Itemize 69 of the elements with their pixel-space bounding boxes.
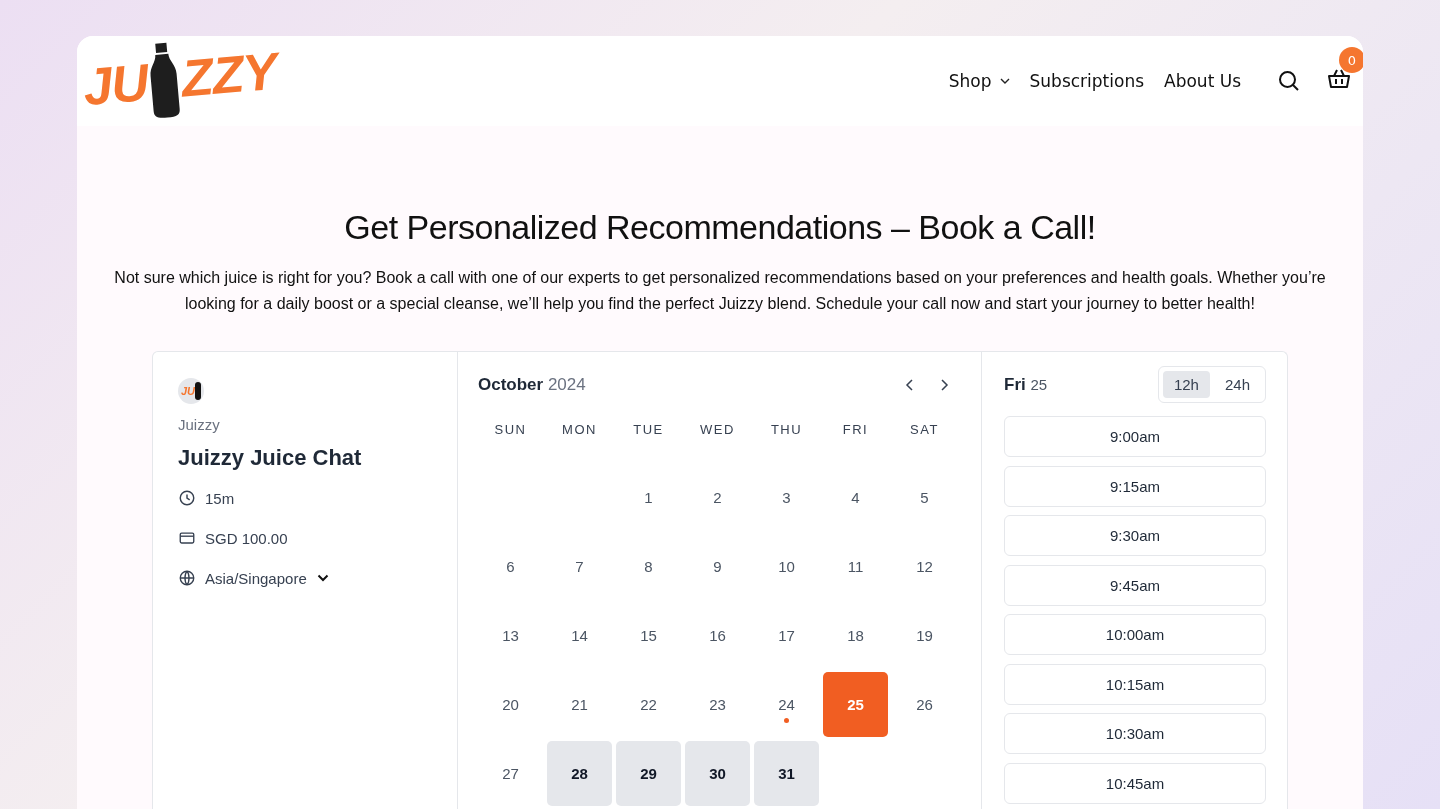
calendar-day[interactable]: 13 <box>478 603 543 668</box>
calendar-day[interactable]: 19 <box>892 603 957 668</box>
basket-icon[interactable] <box>1327 67 1351 91</box>
time-slot-button[interactable]: 9:45am <box>1004 564 1266 606</box>
time-slot-button[interactable]: 10:00am <box>1004 614 1266 655</box>
calendar-day[interactable]: 23 <box>685 672 750 737</box>
calendar-day[interactable]: 28 <box>547 741 612 806</box>
time-format-option[interactable]: 12h <box>1162 371 1210 398</box>
nav-link[interactable]: About Us <box>1164 71 1241 91</box>
calendar-day[interactable]: 17 <box>754 603 819 668</box>
calendar-day[interactable]: 12 <box>892 534 957 599</box>
timezone-select[interactable]: Asia/Singapore <box>205 569 329 587</box>
globe-icon <box>178 569 196 587</box>
weekday-label: SUN <box>493 422 528 439</box>
calendar-day[interactable]: 29 <box>616 741 681 806</box>
calendar-day[interactable]: 27 <box>478 741 543 806</box>
selected-date: Fri 25 <box>1004 374 1048 395</box>
calendar-day[interactable]: 3 <box>754 465 819 530</box>
calendar-day[interactable]: 7 <box>547 534 612 599</box>
previous-month-icon[interactable] <box>905 378 915 392</box>
search-icon[interactable] <box>1277 69 1301 93</box>
time-format-option[interactable]: 24h <box>1213 371 1261 398</box>
next-month-icon[interactable] <box>939 378 949 392</box>
card-icon <box>178 529 196 547</box>
time-slot-button[interactable]: 10:45am <box>1004 762 1266 804</box>
calendar-day[interactable]: 9 <box>685 534 750 599</box>
intro-paragraph: Not sure which juice is right for you? Book a call with one of our experts to get personalized recommendations based on your preferences and health goals. Whether you’re looking for a daily boost or a special cleanse, we’ll help you find the perfect Juizzy blend. Schedule your call now and start your journey to better health! <box>113 268 1327 314</box>
calendar-day[interactable]: 10 <box>754 534 819 599</box>
nav-link[interactable]: Shop <box>948 71 1010 91</box>
time-slot-button[interactable]: 10:15am <box>1004 663 1266 705</box>
calendar-day[interactable]: 11 <box>823 534 888 599</box>
weekday-label: TUE <box>632 422 665 439</box>
host-name: Juizzy <box>178 416 221 433</box>
time-slot-button[interactable]: 10:30am <box>1004 713 1266 754</box>
calendar-day[interactable]: 14 <box>547 603 612 668</box>
weekday-label: FRI <box>841 422 870 439</box>
calendar-day[interactable]: 22 <box>616 672 681 737</box>
calendar-day[interactable]: 4 <box>823 465 888 530</box>
calendar-day[interactable]: 1 <box>616 465 681 530</box>
calendar-day[interactable]: 5 <box>892 465 957 530</box>
weekday-label: WED <box>699 422 736 439</box>
calendar-day[interactable]: 15 <box>616 603 681 668</box>
calendar-day[interactable]: 20 <box>478 672 543 737</box>
calendar-day[interactable]: 2 <box>685 465 750 530</box>
calendar-day[interactable]: 6 <box>478 534 543 599</box>
calendar-day[interactable]: 30 <box>685 741 750 806</box>
weekday-label: SAT <box>909 422 940 439</box>
clock-icon <box>178 489 196 507</box>
duration-text: 15m <box>205 489 235 507</box>
time-slot-button[interactable]: 9:30am <box>1004 515 1266 556</box>
time-slot-button[interactable]: 9:00am <box>1004 416 1266 457</box>
calendar-day[interactable]: 18 <box>823 603 888 668</box>
nav-link[interactable]: Subscriptions <box>1029 71 1145 91</box>
page-heading: Get Personalized Recommendations – Book a Call! <box>344 208 1096 247</box>
event-title: Juizzy Juice Chat <box>178 445 363 471</box>
month-label: October 2024 <box>478 375 586 395</box>
calendar-day[interactable]: 16 <box>685 603 750 668</box>
calendar-day[interactable]: 26 <box>892 672 957 737</box>
calendar-day[interactable]: 24 <box>754 672 819 737</box>
calendar-day[interactable]: 21 <box>547 672 612 737</box>
weekday-label: MON <box>561 422 598 439</box>
calendar-day[interactable]: 8 <box>616 534 681 599</box>
calendar-day[interactable]: 31 <box>754 741 819 806</box>
time-slot-button[interactable]: 9:15am <box>1004 465 1266 507</box>
weekday-label: THU <box>769 422 804 439</box>
price-text: SGD 100.00 <box>205 529 288 547</box>
cart-count-badge: 0 <box>1339 47 1363 73</box>
chevron-down-icon <box>316 574 329 582</box>
avatar: JU <box>178 378 204 404</box>
